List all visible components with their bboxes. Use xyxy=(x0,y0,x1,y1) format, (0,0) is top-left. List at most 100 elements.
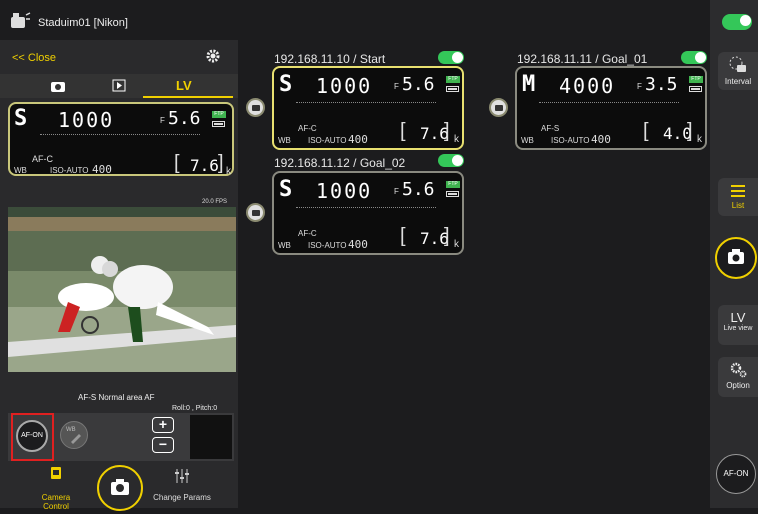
camera-card-start[interactable]: S 1000 F 5.6 FTP AF-C WB ISO-AUTO 400 [ … xyxy=(272,66,464,150)
remain-unit: k xyxy=(454,239,459,250)
af-mode: AF-S xyxy=(541,124,560,133)
minus-button[interactable]: − xyxy=(152,437,174,453)
eyedropper-icon xyxy=(71,434,81,444)
mode-text: S xyxy=(279,72,293,97)
preview-swatch xyxy=(190,415,232,459)
battery-icon xyxy=(689,86,702,92)
wb-picker-button[interactable]: WB xyxy=(60,421,88,449)
shutter-text: 4000 xyxy=(559,74,616,98)
live-view-button[interactable]: LV Live view xyxy=(718,305,758,345)
option-label: Option xyxy=(726,381,750,390)
remain-bracket-r: ] xyxy=(687,120,693,142)
tab-lv[interactable]: LV xyxy=(176,78,192,93)
roll-pitch-text: Roll:0 , Pitch:0 xyxy=(172,405,218,412)
gears-icon xyxy=(730,362,747,378)
fps-label: 20.0 FPS xyxy=(202,199,228,205)
f-prefix: F xyxy=(394,82,399,91)
shutter-text: 1000 xyxy=(316,74,373,98)
iso-value: 400 xyxy=(348,133,368,146)
change-params-label: Change Params xyxy=(153,493,211,502)
f-prefix: F xyxy=(394,187,399,196)
camera-ip-start: 192.168.11.10 / Start xyxy=(274,52,386,66)
af-status-text: AF-S Normal area AF xyxy=(78,393,155,402)
iso-value: 400 xyxy=(591,133,611,146)
wb-label: WB xyxy=(278,136,291,145)
sidebar-af-on-button[interactable]: AF-ON xyxy=(716,454,756,494)
camera-toggle-goal01[interactable] xyxy=(681,51,707,64)
gear-icon[interactable] xyxy=(206,49,220,63)
mode-text: M xyxy=(522,72,536,97)
ftp-badge: FTP xyxy=(446,76,460,83)
exposure-scale xyxy=(40,128,200,135)
lv-label: LV xyxy=(730,310,746,325)
remain-value: 7.6 xyxy=(190,156,219,175)
remain-bracket-r: ] xyxy=(218,152,224,174)
iso-label: ISO-AUTO xyxy=(308,241,347,250)
iso-value: 400 xyxy=(92,163,112,176)
remain-bracket-l: [ xyxy=(400,120,406,142)
af-mode: AF-C xyxy=(298,229,317,238)
camera-icon xyxy=(111,479,129,495)
plus-label: + xyxy=(158,416,168,432)
ftp-badge: FTP xyxy=(689,76,703,83)
wb-label: WB xyxy=(278,241,291,250)
tab-lv-underline xyxy=(143,96,233,98)
close-link[interactable]: << Close xyxy=(12,52,56,64)
plus-button[interactable]: + xyxy=(152,417,174,433)
remain-unit: k xyxy=(226,166,231,177)
shutter-text: 1000 xyxy=(316,179,373,203)
interval-label: Interval xyxy=(724,77,752,86)
camera-toggle-start[interactable] xyxy=(438,51,464,64)
global-toggle[interactable] xyxy=(722,14,752,30)
mode-text: S xyxy=(14,106,28,131)
left-lcd-panel: S 1000 F 5.6 FTP AF-C WB ISO-AUTO 400 [ … xyxy=(8,102,234,177)
fnum-text: 5.6 xyxy=(168,108,201,129)
iso-label: ISO-AUTO xyxy=(308,136,347,145)
interval-button[interactable]: Interval xyxy=(718,52,758,90)
camera-card-goal02[interactable]: S 1000 F 5.6 FTP AF-C WB ISO-AUTO 400 [ … xyxy=(272,171,464,255)
iso-label: ISO-AUTO xyxy=(551,136,590,145)
minus-label: − xyxy=(158,436,168,452)
tab-playback[interactable] xyxy=(112,79,126,92)
list-button[interactable]: List xyxy=(718,178,758,216)
change-params-tab[interactable]: Change Params xyxy=(150,468,214,508)
fnum-text: 3.5 xyxy=(645,74,678,95)
exposure-scale xyxy=(296,201,436,208)
window-title: Staduim01 [Nikon] xyxy=(38,17,128,29)
sidebar-shutter-button[interactable] xyxy=(715,237,757,279)
tab-camera[interactable] xyxy=(50,79,66,93)
camera-card-goal01[interactable]: M 4000 F 3.5 FTP AF-S WB ISO-AUTO 400 [ … xyxy=(515,66,707,150)
f-prefix: F xyxy=(637,82,642,91)
f-prefix: F xyxy=(160,116,165,125)
af-on-button-label: AF-ON xyxy=(21,432,43,439)
af-mode: AF-C xyxy=(298,124,317,133)
exposure-scale xyxy=(539,96,679,103)
main-shutter-button[interactable] xyxy=(97,465,143,511)
fnum-text: 5.6 xyxy=(402,179,435,200)
wb-label: WB xyxy=(521,136,534,145)
left-lcd-shutter-icon xyxy=(246,98,265,117)
phone-camera-icon xyxy=(51,467,61,479)
ftp-badge: FTP xyxy=(212,111,226,118)
interval-icon xyxy=(729,56,746,72)
sliders-icon xyxy=(175,469,189,483)
camera-control-tab[interactable]: Camera Control xyxy=(28,466,84,511)
camera-control-label: Camera Control xyxy=(41,493,71,511)
camera-ip-goal02: 192.168.11.12 / Goal_02 xyxy=(274,156,406,170)
remain-bracket-l: [ xyxy=(643,120,649,142)
iso-label: ISO-AUTO xyxy=(50,166,89,175)
remain-bracket-r: ] xyxy=(444,225,450,247)
ftp-badge: FTP xyxy=(446,181,460,188)
sidebar-af-on-label: AF-ON xyxy=(723,469,749,478)
remain-bracket-r: ] xyxy=(444,120,450,142)
battery-icon xyxy=(446,191,459,197)
af-mode: AF-C xyxy=(32,154,53,164)
live-view-image xyxy=(8,207,236,372)
remain-bracket-l: [ xyxy=(174,152,180,174)
app-camera-icon xyxy=(10,12,32,30)
remain-bracket-l: [ xyxy=(400,225,406,247)
af-on-button[interactable]: AF-ON xyxy=(16,420,48,452)
camera-toggle-goal02[interactable] xyxy=(438,154,464,167)
option-button[interactable]: Option xyxy=(718,357,758,397)
battery-icon xyxy=(212,121,225,127)
